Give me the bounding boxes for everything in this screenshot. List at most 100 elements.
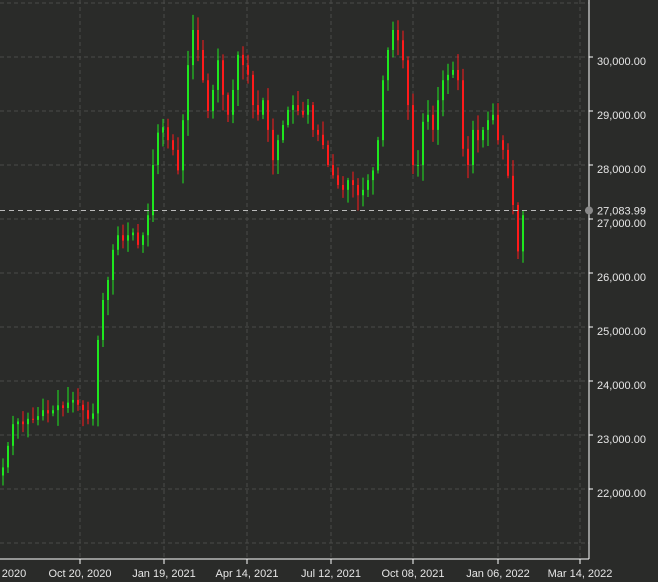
y-tick-label: 29,000.00	[597, 110, 646, 122]
candle	[437, 86, 439, 145]
candle-body	[497, 114, 499, 141]
candle	[2, 458, 4, 486]
candle-body	[352, 180, 354, 185]
candle-body	[72, 399, 74, 403]
candle	[312, 102, 314, 138]
crosshair-value-label: 27,083.99	[597, 205, 646, 217]
candle	[512, 160, 514, 215]
candle-body	[132, 232, 134, 236]
candle-body	[117, 235, 119, 250]
candle-body	[372, 170, 374, 181]
candle	[322, 121, 324, 150]
y-tick-label: 23,000.00	[597, 434, 646, 446]
candle	[62, 401, 64, 417]
candle-body	[487, 120, 489, 130]
candle-body	[152, 165, 154, 216]
candle-body	[187, 65, 189, 121]
candle-body	[22, 421, 24, 425]
candle	[367, 174, 369, 198]
candle	[72, 391, 74, 413]
candle	[282, 120, 284, 143]
candle	[502, 135, 504, 160]
candle-body	[507, 149, 509, 176]
candle	[7, 442, 9, 473]
candle-body	[327, 145, 329, 165]
y-tick-label: 24,000.00	[597, 380, 646, 392]
candle	[207, 73, 209, 119]
y-tick-label: 26,000.00	[597, 272, 646, 284]
candle-body	[417, 165, 419, 166]
candle	[157, 124, 159, 175]
candle-body	[317, 129, 319, 135]
candle	[92, 403, 94, 426]
candle-body	[402, 40, 404, 61]
candle-body	[162, 127, 164, 133]
candle	[257, 90, 259, 121]
candle-body	[92, 413, 94, 419]
grid-lines	[0, 0, 589, 559]
y-tick-label: 30,000.00	[597, 56, 646, 68]
candle-body	[257, 105, 259, 115]
candle	[292, 95, 294, 124]
axes	[0, 0, 590, 560]
candle-body	[172, 140, 174, 150]
candle-body	[452, 69, 454, 75]
candle	[82, 400, 84, 427]
candle-body	[312, 105, 314, 130]
candle	[287, 106, 289, 128]
candle	[142, 232, 144, 253]
candle-body	[112, 249, 114, 281]
candle-body	[37, 416, 39, 420]
candle	[497, 103, 499, 145]
candle-body	[207, 80, 209, 111]
candle	[107, 276, 109, 316]
candle	[147, 203, 149, 247]
candle	[32, 407, 34, 424]
candle	[297, 91, 299, 116]
candle-body	[192, 30, 194, 66]
candle-body	[102, 300, 104, 340]
candle-body	[477, 129, 479, 141]
candle	[462, 68, 464, 157]
candle	[67, 387, 69, 413]
candle	[407, 56, 409, 120]
candle-body	[457, 69, 459, 81]
candle-body	[32, 418, 34, 420]
candle	[242, 46, 244, 80]
candle	[337, 167, 339, 189]
candle	[122, 224, 124, 249]
x-tick-label: Apr 14, 2021	[216, 568, 279, 580]
candle	[372, 167, 374, 195]
candle	[152, 149, 154, 222]
candle	[522, 210, 524, 263]
candle-body	[357, 184, 359, 196]
candle-body	[212, 89, 214, 111]
candle-body	[502, 140, 504, 150]
candle-body	[442, 80, 444, 101]
candle-body	[157, 132, 159, 165]
candle-body	[367, 180, 369, 190]
candle-body	[277, 140, 279, 161]
candle-body	[247, 65, 249, 75]
candle-body	[87, 410, 89, 419]
candle-body	[297, 105, 299, 111]
candle-body	[12, 424, 14, 446]
candle-body	[302, 111, 304, 115]
candle-body	[412, 105, 414, 165]
x-axis-ticks: 2020 Oct 20, 2020 Jan 19, 2021 Apr 14, 2021…	[2, 559, 612, 580]
candle-body	[407, 60, 409, 106]
candle	[197, 17, 199, 62]
candle-body	[397, 30, 399, 41]
candle	[467, 136, 469, 179]
candle	[237, 51, 239, 107]
candle-body	[2, 467, 4, 476]
candle-body	[307, 105, 309, 115]
y-tick-label: 22,000.00	[597, 488, 646, 500]
y-tick-label: 25,000.00	[597, 326, 646, 338]
candle-body	[322, 134, 324, 146]
candle-body	[392, 30, 394, 50]
candle	[277, 134, 279, 174]
candle-body	[137, 232, 139, 245]
candle-body	[377, 140, 379, 171]
candle-body	[347, 180, 349, 190]
